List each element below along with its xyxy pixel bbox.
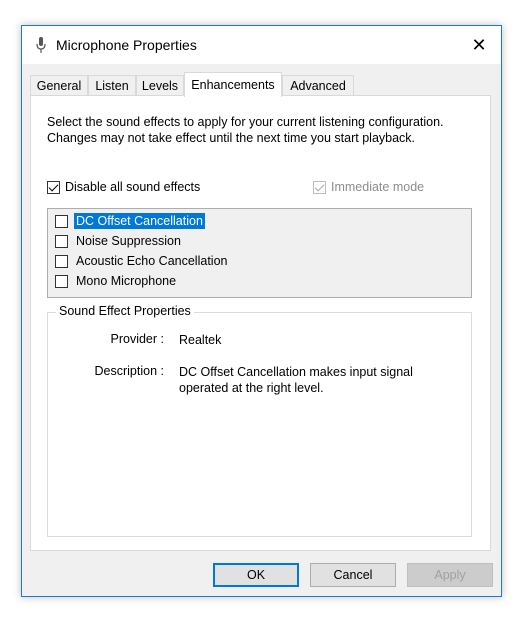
effect-label: Noise Suppression bbox=[76, 234, 181, 248]
disable-all-effects-checkbox[interactable] bbox=[47, 180, 60, 194]
window-title: Microphone Properties bbox=[56, 37, 197, 53]
microphone-icon bbox=[36, 37, 46, 53]
effect-checkbox[interactable] bbox=[55, 234, 68, 248]
apply-button: Apply bbox=[407, 563, 493, 587]
tab-general[interactable]: General bbox=[30, 75, 88, 96]
effect-label: DC Offset Cancellation bbox=[74, 213, 205, 229]
sound-effects-list[interactable]: DC Offset Cancellation Noise Suppression… bbox=[47, 208, 472, 298]
list-item-acoustic-echo-cancellation[interactable]: Acoustic Echo Cancellation bbox=[55, 252, 229, 270]
tab-enhancements[interactable]: Enhancements bbox=[184, 72, 282, 97]
tab-levels[interactable]: Levels bbox=[136, 75, 184, 96]
list-item-dc-offset-cancellation[interactable]: DC Offset Cancellation bbox=[55, 212, 205, 230]
microphone-properties-window: Microphone Properties ✕ General Listen L… bbox=[21, 25, 502, 597]
tab-listen[interactable]: Listen bbox=[88, 75, 136, 96]
cancel-button[interactable]: Cancel bbox=[310, 563, 396, 587]
tab-advanced[interactable]: Advanced bbox=[282, 75, 354, 96]
title-bar[interactable]: Microphone Properties ✕ bbox=[22, 26, 501, 64]
immediate-mode-checkbox-row: Immediate mode bbox=[313, 180, 424, 194]
description-label: Description : bbox=[94, 364, 164, 378]
enhancements-panel: Select the sound effects to apply for yo… bbox=[30, 95, 491, 551]
immediate-mode-checkbox bbox=[313, 180, 326, 194]
effect-label: Mono Microphone bbox=[76, 274, 177, 288]
close-button[interactable]: ✕ bbox=[457, 26, 501, 64]
list-item-mono-microphone[interactable]: Mono Microphone bbox=[55, 272, 178, 290]
disable-all-effects-label: Disable all sound effects bbox=[65, 180, 201, 194]
ok-button[interactable]: OK bbox=[213, 563, 299, 587]
description-value: DC Offset Cancellation makes input signa… bbox=[179, 365, 413, 395]
immediate-mode-label: Immediate mode bbox=[331, 180, 425, 194]
effect-checkbox[interactable] bbox=[55, 214, 68, 228]
list-item-noise-suppression[interactable]: Noise Suppression bbox=[55, 232, 183, 250]
effect-checkbox[interactable] bbox=[55, 254, 68, 268]
effect-checkbox[interactable] bbox=[55, 274, 68, 288]
effect-label: Acoustic Echo Cancellation bbox=[76, 254, 228, 268]
group-title: Sound Effect Properties bbox=[56, 304, 194, 318]
provider-value: Realtek bbox=[179, 333, 222, 347]
provider-label: Provider : bbox=[110, 332, 165, 346]
sound-effect-properties-group: Sound Effect Properties Provider : Realt… bbox=[47, 304, 472, 537]
disable-all-effects-checkbox-row[interactable]: Disable all sound effects bbox=[47, 180, 200, 194]
enhancements-description: Select the sound effects to apply for yo… bbox=[47, 115, 444, 145]
